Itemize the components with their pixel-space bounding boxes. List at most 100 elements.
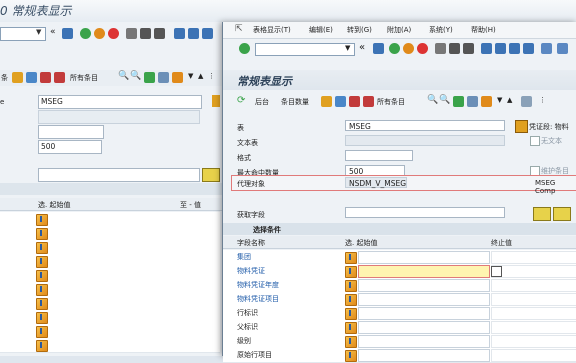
cancel-icon[interactable] [108, 28, 119, 39]
menu-edit[interactable]: 编辑(E) [309, 25, 333, 35]
selection-from-input[interactable] [358, 251, 490, 264]
edit-icon[interactable] [172, 72, 183, 83]
more-icon[interactable]: ⋮ [539, 96, 546, 104]
select-icon[interactable] [321, 96, 332, 107]
find-next-icon[interactable] [154, 28, 165, 39]
background-table-input[interactable]: MSEG [38, 95, 202, 109]
first-page-icon[interactable] [481, 43, 492, 54]
selection-option-icon[interactable] [345, 252, 357, 264]
select-icon[interactable] [12, 72, 23, 83]
selection-option-icon[interactable] [345, 322, 357, 334]
selection-to-input[interactable] [491, 279, 576, 292]
deselect-icon[interactable] [40, 72, 51, 83]
selection-field-name[interactable]: 物料凭证年度 [237, 280, 279, 290]
deselect-all-icon[interactable] [54, 72, 65, 83]
background-fetch-button[interactable] [202, 168, 220, 182]
multiple-selection-icon[interactable] [491, 266, 502, 277]
shortcut-icon[interactable] [557, 43, 568, 54]
next-page-icon[interactable] [509, 43, 520, 54]
cancel-icon[interactable] [417, 43, 428, 54]
selection-from-input[interactable] [358, 279, 490, 292]
selection-from-input[interactable] [358, 321, 490, 334]
save-icon[interactable] [373, 43, 384, 54]
back-icon[interactable] [80, 28, 91, 39]
selection-option-icon[interactable] [36, 270, 48, 282]
format-input[interactable] [345, 150, 413, 161]
chevron-double-left-icon[interactable]: « [50, 27, 56, 37]
command-field[interactable] [255, 43, 355, 56]
selection-option-icon[interactable] [36, 284, 48, 296]
next-page-icon[interactable] [202, 28, 213, 39]
background-max-hits-input[interactable]: 500 [38, 140, 102, 154]
entries-count-button[interactable]: 条目数量 [281, 97, 309, 107]
background-button[interactable]: 后台 [255, 97, 269, 107]
print-icon[interactable] [126, 28, 137, 39]
back-icon[interactable] [389, 43, 400, 54]
deselect-all-icon[interactable] [363, 96, 374, 107]
selection-option-icon[interactable] [36, 228, 48, 240]
deselect-icon[interactable] [349, 96, 360, 107]
print-icon[interactable] [435, 43, 446, 54]
zoom-out-icon[interactable]: 🔍 [439, 95, 450, 105]
first-page-icon[interactable] [174, 28, 185, 39]
table-info-icon[interactable] [515, 120, 528, 133]
selection-from-input[interactable] [358, 293, 490, 306]
refresh-icon[interactable] [467, 96, 478, 107]
selection-from-input[interactable] [358, 307, 490, 320]
selection-option-icon[interactable] [36, 298, 48, 310]
find-icon[interactable] [140, 28, 151, 39]
selection-field-name[interactable]: 物料凭证项目 [237, 294, 279, 304]
menu-help[interactable]: 帮助(H) [471, 25, 496, 35]
exit-menu-icon[interactable]: ⇱ [235, 24, 243, 34]
selection-option-icon[interactable] [345, 336, 357, 348]
execute-icon[interactable]: ⟳ [237, 95, 245, 106]
selection-to-input[interactable] [491, 251, 576, 264]
refresh-icon[interactable] [158, 72, 169, 83]
menu-extras[interactable]: 附加(A) [387, 25, 411, 35]
table-input[interactable]: MSEG [345, 120, 505, 131]
selection-option-icon[interactable] [36, 242, 48, 254]
selection-option-icon[interactable] [345, 280, 357, 292]
selection-option-icon[interactable] [36, 256, 48, 268]
background-format-field[interactable] [38, 125, 104, 139]
new-session-icon[interactable] [541, 43, 552, 54]
menu-system[interactable]: 系统(Y) [429, 25, 453, 35]
background-all-entries[interactable]: 所有条目 [70, 73, 98, 83]
fetch-fields-extra-button[interactable] [553, 207, 571, 221]
previous-page-icon[interactable] [495, 43, 506, 54]
find-icon[interactable] [449, 43, 460, 54]
fetch-fields-button[interactable] [533, 207, 551, 221]
sort-up-icon[interactable]: ▲ [198, 72, 203, 80]
selection-field-name[interactable]: 集团 [237, 252, 251, 262]
zoom-in-icon[interactable]: 🔍 [427, 95, 438, 105]
selection-option-icon[interactable] [345, 266, 357, 278]
selection-field-name[interactable]: 物料凭证 [237, 266, 265, 276]
selection-to-input[interactable] [491, 335, 576, 348]
print-preview-icon[interactable] [453, 96, 464, 107]
last-page-icon[interactable] [523, 43, 534, 54]
selection-to-input[interactable] [491, 293, 576, 306]
selection-option-icon[interactable] [36, 326, 48, 338]
selection-to-input[interactable] [491, 307, 576, 320]
selection-option-icon[interactable] [345, 350, 357, 362]
zoom-out-icon[interactable]: 🔍 [130, 71, 141, 81]
enter-icon[interactable] [239, 43, 250, 54]
selection-option-icon[interactable] [36, 312, 48, 324]
fetch-fields-input[interactable] [345, 207, 505, 218]
zoom-in-icon[interactable]: 🔍 [118, 71, 129, 81]
sort-down-icon[interactable]: ▼ [497, 96, 502, 104]
selection-from-input[interactable] [358, 265, 490, 278]
selection-option-icon[interactable] [345, 294, 357, 306]
chevron-down-icon[interactable]: ▼ [36, 28, 41, 36]
background-info-icon[interactable] [212, 95, 220, 107]
execute-icon[interactable] [144, 72, 155, 83]
select-block-icon[interactable] [26, 72, 37, 83]
all-entries-button[interactable]: 所有条目 [377, 97, 405, 107]
selection-option-icon[interactable] [36, 214, 48, 226]
previous-page-icon[interactable] [188, 28, 199, 39]
selection-option-icon[interactable] [36, 340, 48, 352]
more-icon[interactable]: ⋮ [208, 72, 215, 80]
find-next-icon[interactable] [463, 43, 474, 54]
save-icon[interactable] [62, 28, 73, 39]
sort-down-icon[interactable]: ▼ [188, 72, 193, 80]
